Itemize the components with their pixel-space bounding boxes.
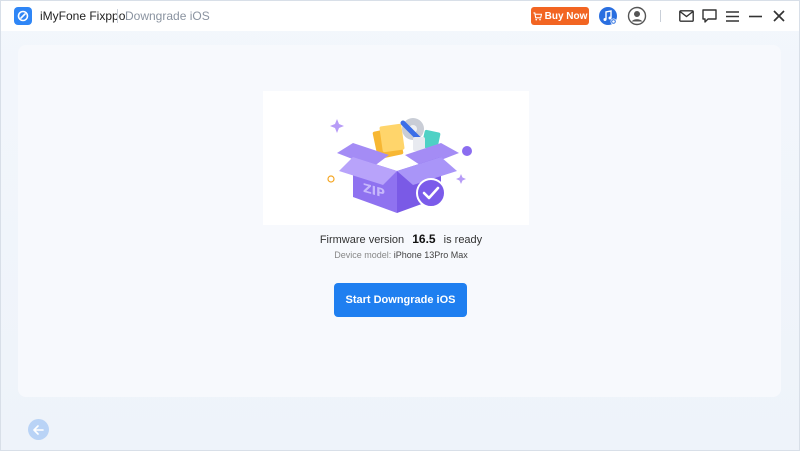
firmware-prefix: Firmware version — [319, 234, 405, 246]
firmware-status: Firmware version 16.5 is ready — [1, 232, 799, 246]
mail-icon[interactable] — [676, 6, 696, 26]
buy-now-button[interactable]: Buy Now — [531, 7, 589, 25]
device-model-label: Device model: — [334, 250, 392, 260]
titlebar-divider — [660, 10, 661, 22]
minimize-icon[interactable] — [745, 6, 765, 26]
fixppo-logo-icon — [14, 7, 32, 25]
close-icon[interactable] — [769, 6, 789, 26]
cart-icon — [533, 11, 542, 20]
back-arrow-icon — [33, 424, 44, 435]
device-model: Device model: iPhone 13Pro Max — [1, 250, 799, 260]
firmware-suffix: is ready — [443, 234, 483, 246]
breadcrumb: Downgrade iOS — [125, 9, 210, 23]
app-window: iMyFone Fixppo Downgrade iOS Buy Now ZIP… — [0, 0, 800, 451]
firmware-version: 16.5 — [412, 232, 436, 246]
buy-now-label: Buy Now — [544, 10, 588, 22]
user-icon[interactable] — [627, 6, 647, 26]
menu-icon[interactable] — [722, 6, 742, 26]
music-icon[interactable] — [598, 6, 618, 26]
chat-icon[interactable] — [699, 6, 719, 26]
device-model-value: iPhone 13Pro Max — [393, 250, 468, 260]
title-divider — [117, 9, 118, 23]
zip-box-illustration: ZIP — [263, 91, 529, 225]
start-downgrade-button[interactable]: Start Downgrade iOS — [334, 283, 467, 317]
back-button[interactable] — [28, 419, 49, 440]
title-bar: iMyFone Fixppo Downgrade iOS Buy Now — [1, 1, 799, 31]
app-name: iMyFone Fixppo — [40, 9, 126, 23]
